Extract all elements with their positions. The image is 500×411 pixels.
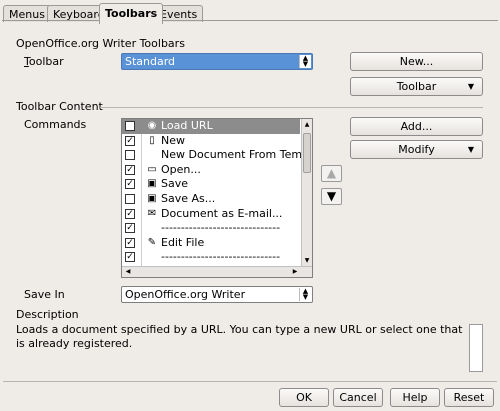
command-checkbox[interactable]: ✓	[125, 223, 135, 234]
floppy-icon: ▣	[147, 178, 157, 190]
command-checkbox[interactable]	[125, 121, 135, 131]
spin-arrows-icon: ▲ ▼	[299, 288, 311, 301]
move-up-button[interactable]: ▲	[321, 165, 342, 182]
new-toolbar-button[interactable]: New...	[350, 52, 483, 71]
command-checkbox[interactable]: ✓	[125, 179, 135, 190]
horizontal-scrollbar[interactable]: ◀ ▶	[122, 266, 312, 277]
folder-icon: ▭	[147, 163, 157, 175]
list-item[interactable]: ▣ Save As...	[122, 192, 300, 207]
chevron-down-icon: ▼	[467, 145, 474, 154]
reset-button[interactable]: Reset	[444, 388, 494, 407]
list-item[interactable]: ✓ ------------------------------	[122, 250, 300, 265]
globe-icon: ◉	[147, 120, 157, 131]
command-label: New Document From Template	[161, 148, 312, 162]
list-item[interactable]: ✓ ✎ Edit File	[122, 236, 300, 251]
scroll-thumb[interactable]	[303, 133, 311, 173]
document-icon: ▯	[149, 134, 155, 146]
toolbar-select[interactable]: Standard ▲ ▼	[121, 53, 313, 70]
scroll-down-icon[interactable]: ▼	[302, 256, 312, 265]
list-item[interactable]: ✓ ------------------------------	[122, 221, 300, 236]
list-item[interactable]: ✓ ▣ Save	[122, 177, 300, 192]
list-item[interactable]: New Document From Template	[122, 148, 312, 163]
arrow-down-icon: ▼	[326, 189, 337, 203]
add-command-button[interactable]: Add...	[350, 117, 483, 136]
command-checkbox[interactable]	[125, 150, 135, 161]
description-text: Loads a document specified by a URL. You…	[16, 323, 463, 350]
command-checkbox[interactable]: ✓	[125, 237, 135, 248]
command-checkbox[interactable]: ✓	[125, 135, 135, 146]
toolbar-menu-button[interactable]: Toolbar ▼	[350, 77, 483, 96]
scroll-left-icon[interactable]: ◀	[123, 267, 133, 276]
content-section-title: Toolbar Content	[16, 100, 103, 113]
toolbar-label: Toolbar	[24, 55, 64, 68]
section-divider	[100, 107, 483, 108]
modify-button[interactable]: Modify ▼	[350, 140, 483, 159]
vertical-scrollbar[interactable]: ▲ ▼	[301, 119, 312, 266]
command-label: New	[161, 133, 185, 147]
list-item[interactable]: ✓ ✉ Document as E-mail...	[122, 207, 300, 222]
footer-divider	[3, 381, 497, 382]
command-label: Edit File	[161, 235, 205, 249]
toolbars-section-title: OpenOffice.org Writer Toolbars	[16, 37, 185, 50]
command-checkbox[interactable]: ✓	[125, 208, 135, 219]
list-item[interactable]: ◉ Load URL	[122, 119, 300, 134]
scroll-up-icon[interactable]: ▲	[302, 120, 312, 129]
description-scroll-box	[469, 324, 483, 372]
save-in-select[interactable]: OpenOffice.org Writer ▲ ▼	[121, 286, 313, 303]
help-button[interactable]: Help	[390, 388, 440, 407]
command-label: Save As...	[161, 192, 216, 205]
command-label: Open...	[161, 162, 201, 176]
save-in-label: Save In	[24, 288, 65, 301]
list-item[interactable]: ✓ ▭ Open...	[122, 163, 300, 178]
commands-label: Commands	[24, 118, 87, 131]
command-checkbox[interactable]: ✓	[125, 252, 135, 263]
tab-toolbars[interactable]: Toolbars	[99, 3, 164, 24]
edit-file-icon: ✎	[147, 236, 157, 248]
command-checkbox[interactable]	[125, 194, 135, 204]
list-item[interactable]: ✓ ▯ New	[122, 134, 300, 149]
arrow-up-icon: ▲	[326, 166, 337, 180]
cancel-button[interactable]: Cancel	[333, 388, 383, 407]
commands-list[interactable]: ◉ Load URL ✓ ▯ NewNew Document From Template…	[121, 118, 313, 278]
command-label: Document as E-mail...	[161, 206, 283, 220]
save-as-icon: ▣	[147, 193, 157, 204]
command-label: Save	[161, 177, 189, 191]
command-checkbox[interactable]: ✓	[125, 164, 135, 175]
command-label: ------------------------------	[161, 221, 281, 235]
description-label: Description	[16, 308, 79, 321]
scroll-right-icon[interactable]: ▶	[290, 267, 300, 276]
tab-page-border	[2, 20, 498, 21]
chevron-down-icon: ▼	[467, 82, 474, 91]
command-label: ------------------------------	[161, 250, 281, 264]
move-down-button[interactable]: ▼	[321, 188, 342, 205]
ok-button[interactable]: OK	[279, 388, 329, 407]
envelope-icon: ✉	[147, 207, 157, 219]
command-label: Load URL	[161, 119, 213, 132]
spin-arrows-icon: ▲ ▼	[299, 55, 311, 68]
